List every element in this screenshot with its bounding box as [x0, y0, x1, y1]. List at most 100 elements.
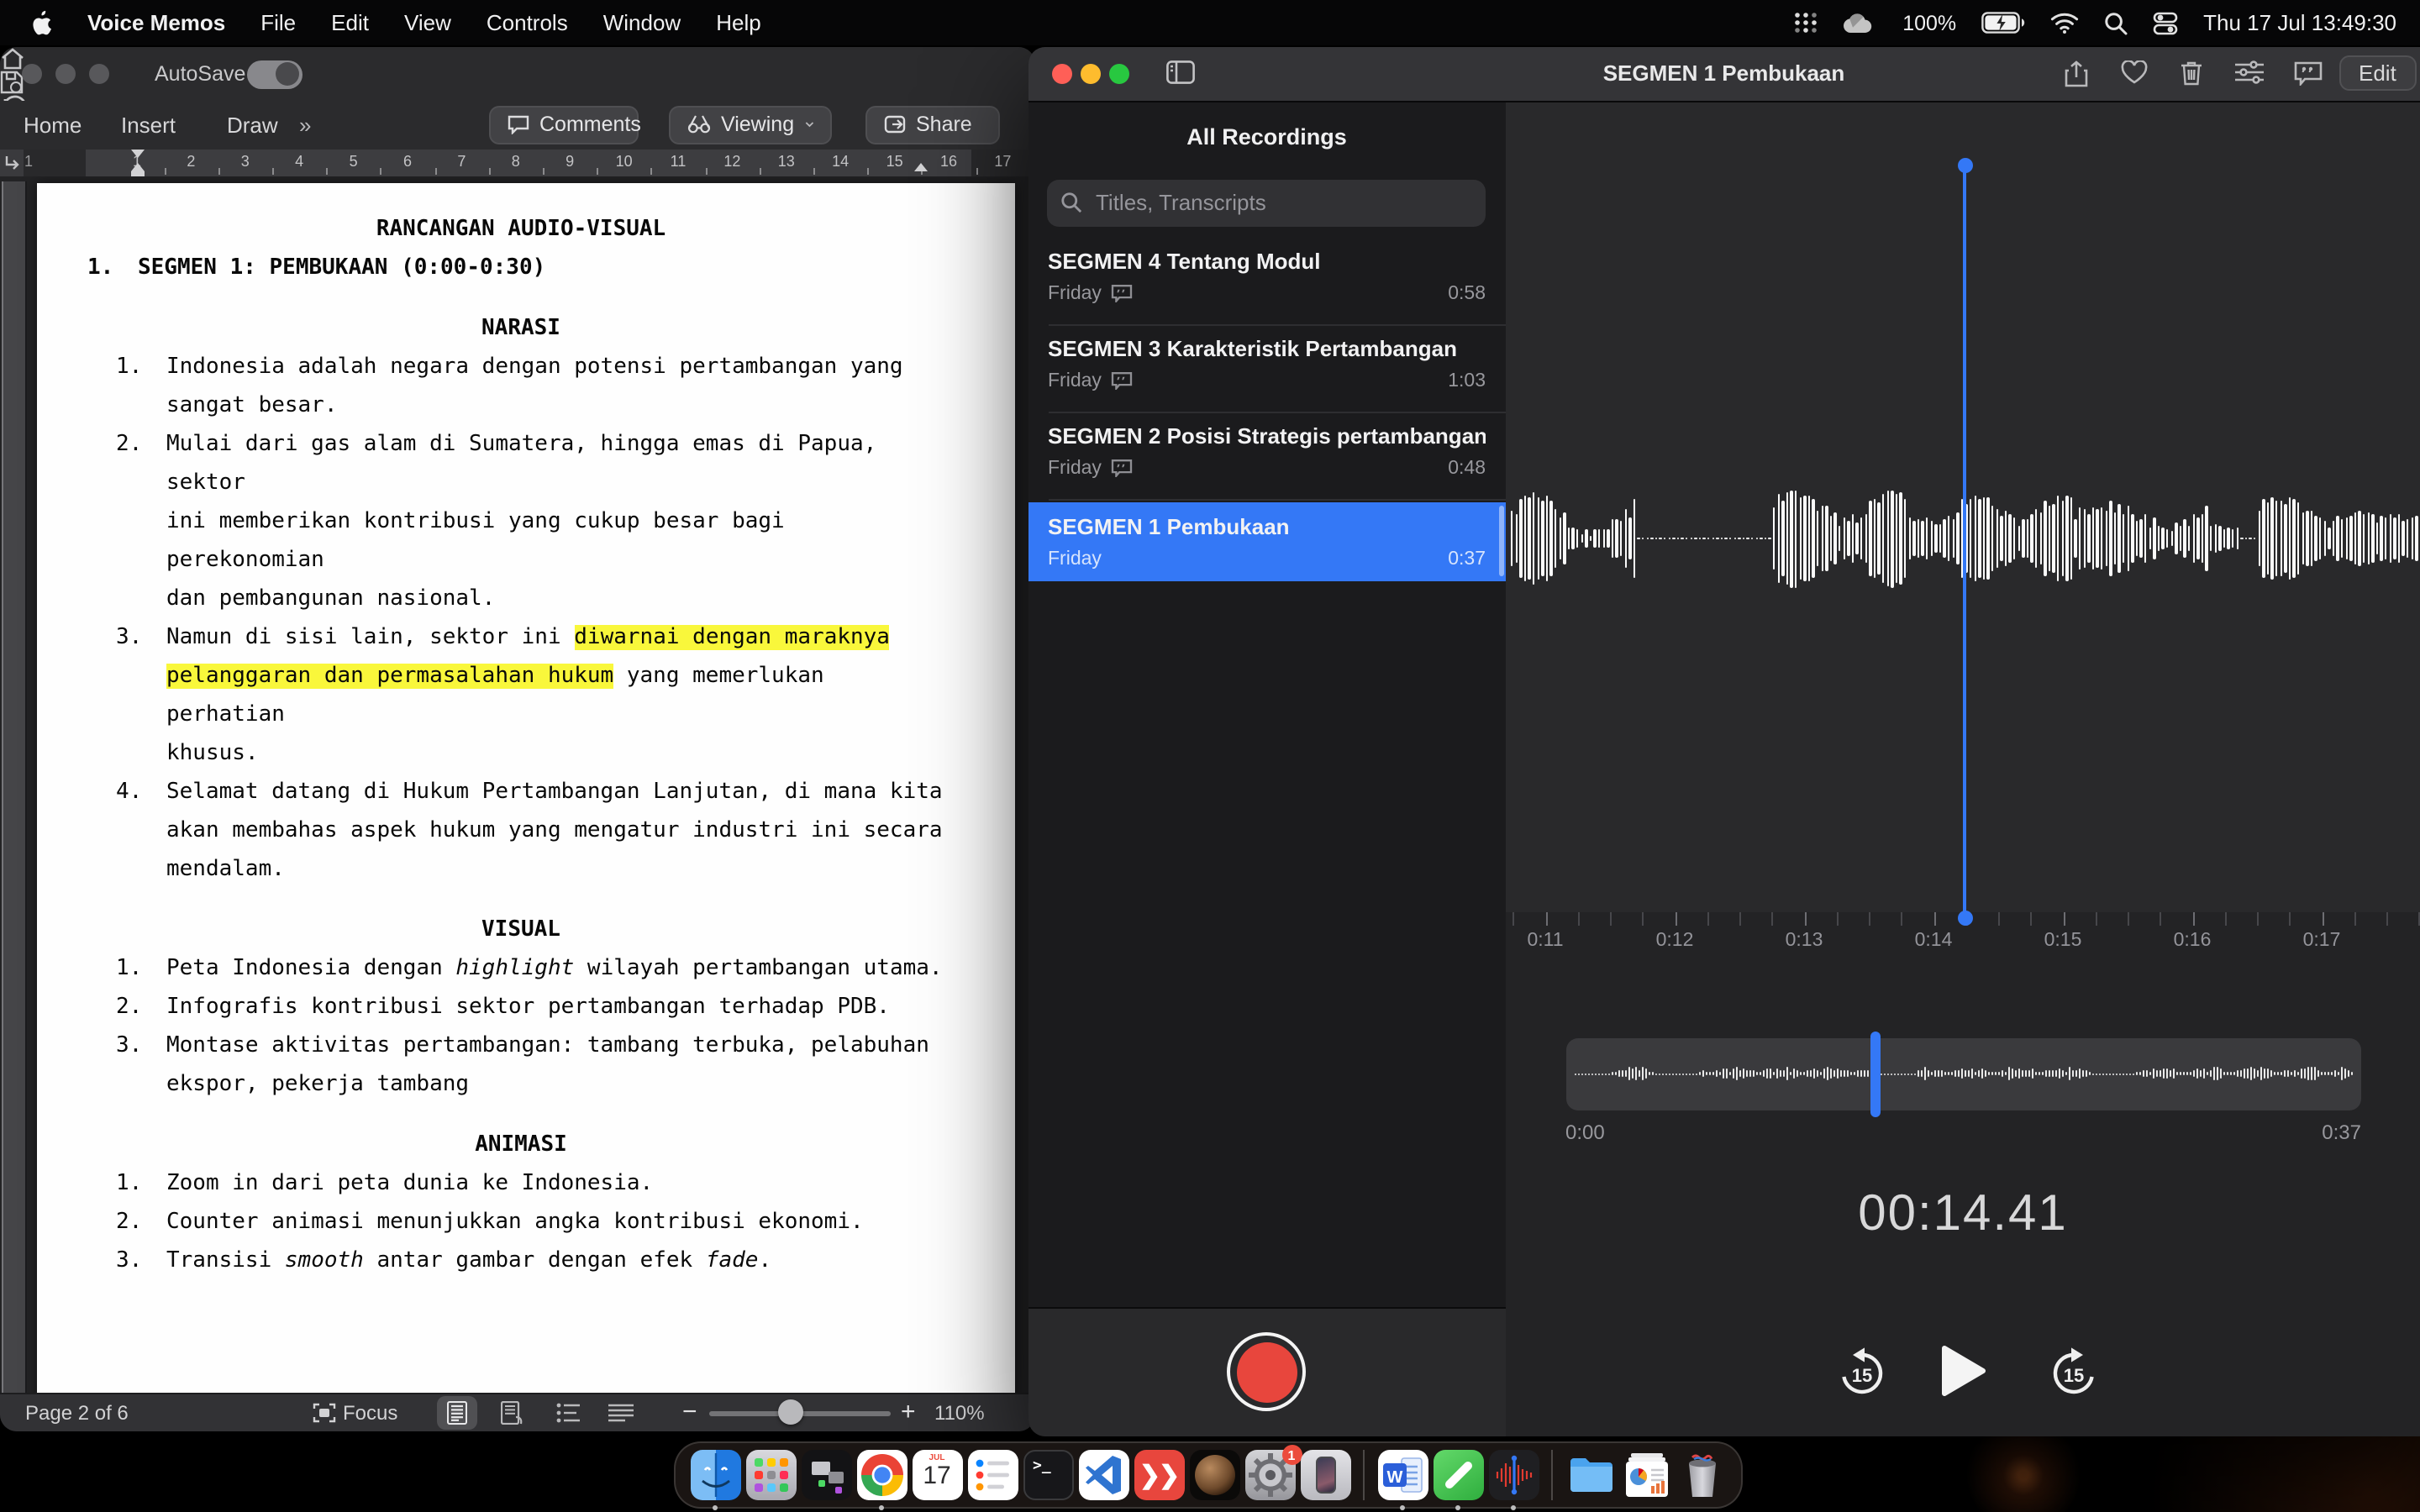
search-input[interactable] — [1092, 188, 1472, 217]
playhead-bottom-dot[interactable] — [1958, 910, 1973, 925]
web-layout-icon[interactable] — [501, 1400, 524, 1424]
first-line-indent-marker[interactable] — [130, 149, 144, 157]
transcript-badge-icon — [1112, 371, 1134, 390]
spotlight-search-icon[interactable] — [2104, 11, 2128, 34]
menu-view[interactable]: View — [404, 10, 451, 35]
delete-trash-icon[interactable] — [2179, 60, 2202, 85]
menu-bar-left: Voice Memos File Edit View Controls Wind… — [0, 9, 761, 36]
word-close-button[interactable] — [22, 63, 42, 83]
ruler-margin-number: 1 — [18, 152, 39, 169]
doc-list-item: 1.Zoom in dari peta dunia ke Indonesia. — [87, 1163, 955, 1202]
dock-downloads-folder-icon[interactable] — [1565, 1450, 1616, 1500]
dock-reminders-icon[interactable] — [967, 1450, 1018, 1500]
zoom-out-button[interactable]: − — [682, 1397, 697, 1425]
right-indent-marker[interactable] — [914, 162, 928, 171]
menu-app-name[interactable]: Voice Memos — [87, 10, 225, 35]
doc-heading: VISUAL — [87, 910, 955, 948]
edit-button[interactable]: Edit — [2338, 55, 2417, 90]
share-button[interactable]: Share — [865, 105, 1000, 144]
tab-insert[interactable]: Insert — [121, 112, 176, 137]
horizontal-ruler[interactable]: 1 1234567891011121314151617 — [0, 149, 1035, 176]
dock-terminal-icon[interactable]: >_ — [1023, 1450, 1073, 1500]
tab-home[interactable]: Home — [24, 112, 82, 137]
recording-row[interactable]: SEGMEN 2 Posisi Strategis pertambanganFr… — [1028, 411, 1506, 498]
dock: JUL17 >_ ❯❯ 1 W — [674, 1441, 1743, 1509]
skip-forward-15-button[interactable]: 15 — [2049, 1345, 2099, 1399]
document-content[interactable]: RANCANGAN AUDIO-VISUAL1.SEGMEN 1: PEMBUK… — [87, 209, 955, 1279]
dock-vscode-icon[interactable] — [1078, 1450, 1128, 1500]
overview-scrubber[interactable] — [1565, 1037, 2361, 1110]
menu-clock[interactable]: Thu 17 Jul 13:49:30 — [2203, 10, 2396, 35]
word-window: AutoSave ⋯ W — Last Modified: Yes… Home … — [0, 46, 1035, 1431]
zoom-in-button[interactable]: + — [901, 1397, 916, 1425]
viewing-button[interactable]: Viewing — [669, 105, 832, 144]
dock-voice-memos-icon[interactable] — [1488, 1450, 1539, 1500]
draft-view-icon[interactable] — [608, 1402, 634, 1422]
battery-icon[interactable] — [1981, 12, 2025, 34]
focus-label[interactable]: Focus — [343, 1400, 397, 1424]
dock-red-chevrons-icon[interactable]: ❯❯ — [1134, 1450, 1184, 1500]
dock-iphone-mirroring-icon[interactable] — [1300, 1450, 1350, 1500]
word-status-bar: Page 2 of 6 Focus − + 110% — [0, 1392, 1035, 1431]
autosave-toggle[interactable] — [247, 60, 302, 88]
tabs-overflow-chevrons[interactable]: » — [299, 112, 311, 137]
dock-finder-icon[interactable] — [690, 1450, 740, 1500]
apple-logo-icon[interactable] — [29, 9, 52, 36]
vm-share-icon[interactable] — [2063, 60, 2088, 87]
apps-grid-icon[interactable] — [1793, 12, 1818, 34]
search-field[interactable] — [1047, 179, 1486, 226]
menu-edit[interactable]: Edit — [331, 10, 369, 35]
timeline-label: 0:11 — [1512, 930, 1579, 950]
dock-window-manager-icon[interactable] — [801, 1450, 851, 1500]
dock-calendar-icon[interactable]: JUL17 — [912, 1450, 962, 1500]
tab-draw[interactable]: Draw — [227, 112, 278, 137]
outline-view-icon[interactable] — [556, 1402, 581, 1422]
favorite-heart-icon[interactable] — [2120, 60, 2147, 83]
vertical-ruler[interactable] — [2, 181, 27, 1394]
timeline-label: 0:17 — [2288, 930, 2355, 950]
overview-start-label: 0:00 — [1565, 1120, 1605, 1143]
playback-settings-icon[interactable] — [2234, 60, 2263, 83]
document-page[interactable]: RANCANGAN AUDIO-VISUAL1.SEGMEN 1: PEMBUK… — [37, 182, 1015, 1394]
recording-row[interactable]: SEGMEN 4 Tentang ModulFriday0:58 — [1028, 236, 1506, 323]
print-layout-icon[interactable] — [447, 1400, 467, 1424]
menu-help[interactable]: Help — [716, 10, 761, 35]
scrubber-playhead[interactable] — [1871, 1031, 1881, 1116]
comments-button[interactable]: Comments — [489, 105, 639, 144]
menu-window[interactable]: Window — [603, 10, 681, 35]
play-button[interactable] — [1941, 1343, 1986, 1397]
skip-back-15-button[interactable]: 15 — [1837, 1345, 1887, 1399]
dock-planet-icon[interactable] — [1189, 1450, 1239, 1500]
dock-word-icon[interactable]: W — [1377, 1450, 1428, 1500]
vm-player-panel: 0:110:120:130:140:150:160:17 0:00 0:37 0… — [1506, 102, 2420, 1436]
page-indicator[interactable]: Page 2 of 6 — [25, 1400, 129, 1424]
word-minimize-button[interactable] — [55, 63, 76, 83]
recording-row[interactable]: SEGMEN 3 Karakteristik PertambanganFrida… — [1028, 323, 1506, 411]
menu-controls[interactable]: Controls — [487, 10, 568, 35]
hanging-indent-marker[interactable] — [130, 162, 144, 171]
transcript-icon[interactable] — [2293, 60, 2322, 85]
running-indicator — [1511, 1505, 1516, 1510]
doc-list-item: 2.Counter animasi menunjukkan angka kont… — [87, 1202, 955, 1241]
dock-notes-pencil-icon[interactable] — [1433, 1450, 1483, 1500]
playhead-top-dot[interactable] — [1958, 157, 1973, 172]
zoom-slider-knob[interactable] — [778, 1399, 803, 1425]
focus-icon[interactable] — [313, 1402, 336, 1422]
record-button[interactable] — [1237, 1341, 1297, 1402]
timeline-label: 0:14 — [1900, 930, 1967, 950]
menu-file[interactable]: File — [260, 10, 296, 35]
dock-settings-icon[interactable]: 1 — [1244, 1450, 1295, 1500]
dock-trash-icon[interactable] — [1676, 1450, 1727, 1500]
zoom-level-label[interactable]: 110% — [934, 1400, 985, 1424]
dock-chrome-icon[interactable] — [856, 1450, 907, 1500]
control-center-icon[interactable] — [2153, 11, 2178, 34]
sidebar-scrollbar[interactable] — [1498, 505, 1503, 575]
dock-documents-stack-icon[interactable] — [1621, 1450, 1671, 1500]
menu-bar: Voice Memos File Edit View Controls Wind… — [0, 0, 2420, 45]
onedrive-cloud-icon[interactable] — [1844, 12, 1877, 34]
dock-launchpad-icon[interactable] — [745, 1450, 796, 1500]
wifi-icon[interactable] — [2050, 12, 2079, 34]
word-zoom-button[interactable] — [89, 63, 109, 83]
playhead-line[interactable] — [1963, 164, 1966, 918]
recording-row-selected[interactable]: SEGMEN 1 PembukaanFriday0:37 — [1028, 501, 1506, 580]
